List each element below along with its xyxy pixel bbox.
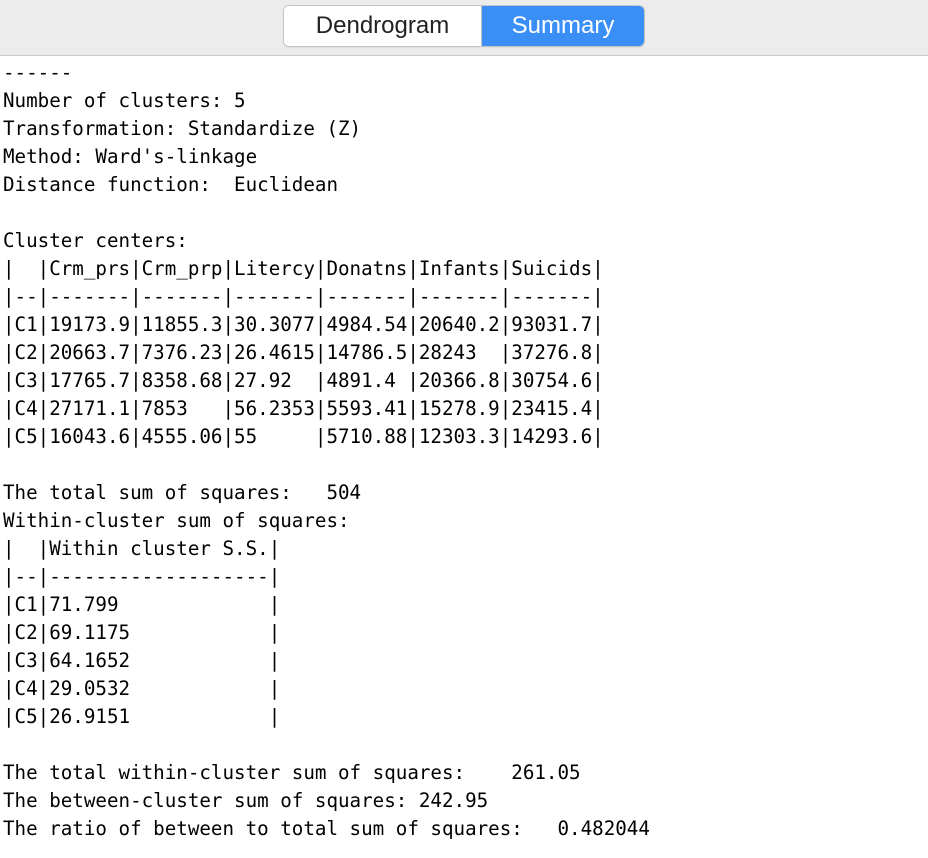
summary-text: ------ Number of clusters: 5 Transformat… (3, 61, 650, 840)
tab-dendrogram[interactable]: Dendrogram (284, 6, 482, 46)
view-segmented-control: Dendrogram Summary (283, 5, 645, 47)
summary-panel[interactable]: ------ Number of clusters: 5 Transformat… (3, 59, 925, 855)
tab-summary[interactable]: Summary (482, 6, 644, 46)
toolbar: Dendrogram Summary (0, 0, 928, 56)
